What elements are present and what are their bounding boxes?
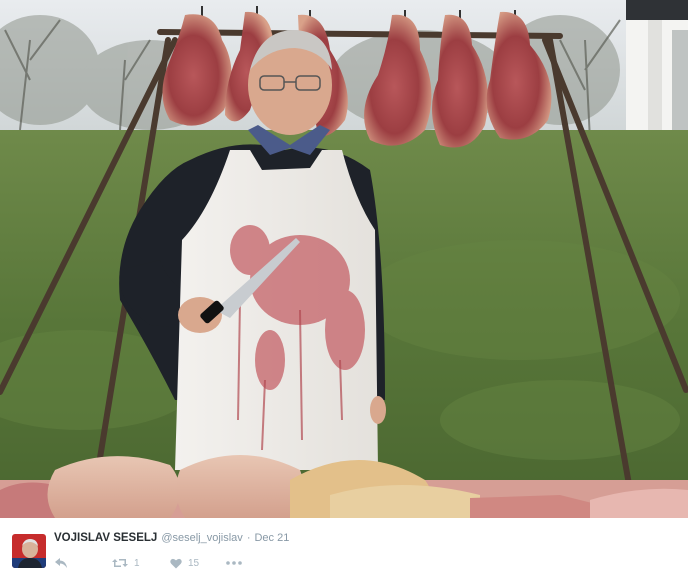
tweet-actions: 1 15	[54, 554, 242, 572]
reply-icon	[55, 558, 67, 568]
like-button[interactable]: 15	[170, 558, 226, 569]
retweet-button[interactable]: 1	[112, 557, 170, 569]
ellipsis-icon	[226, 561, 242, 565]
separator-dot: ·	[246, 532, 251, 544]
heart-icon	[170, 558, 182, 568]
user-handle[interactable]: @seselj_vojislav	[161, 532, 242, 544]
display-name[interactable]: VOJISLAV SESELJ	[54, 532, 157, 544]
like-count: 15	[188, 557, 200, 569]
tweet-photo[interactable]	[0, 0, 688, 518]
tweet-header: VOJISLAV SESELJ @seselj_vojislav · Dec 2…	[54, 532, 289, 550]
tweet-footer: VOJISLAV SESELJ @seselj_vojislav · Dec 2…	[0, 518, 688, 584]
retweet-icon	[112, 559, 128, 567]
retweet-count: 1	[134, 557, 140, 569]
avatar[interactable]	[12, 534, 46, 568]
tweet-date[interactable]: Dec 21	[254, 532, 289, 544]
reply-button[interactable]	[54, 557, 112, 569]
more-options-button[interactable]	[226, 561, 242, 565]
tweet-card: VOJISLAV SESELJ @seselj_vojislav · Dec 2…	[0, 0, 688, 584]
